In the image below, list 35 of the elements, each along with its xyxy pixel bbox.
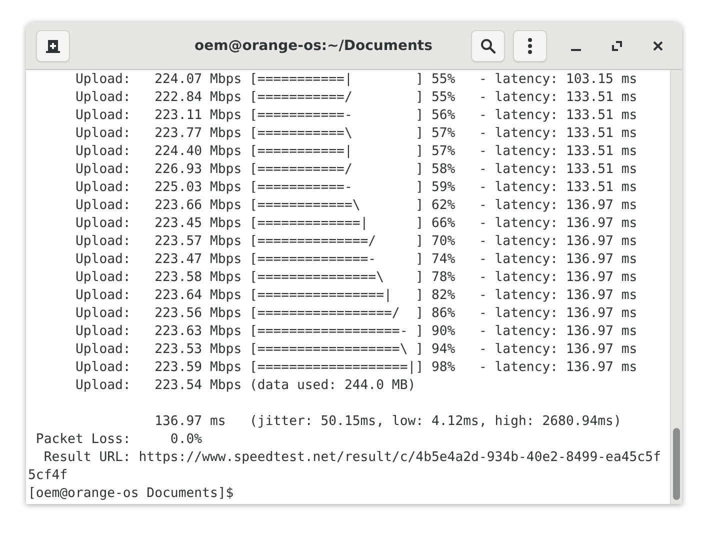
terminal-line: Upload: 223.57 Mbps [==============/ ] 70% - latency: 136.97 ms [74,234,638,249]
terminal-line: Upload: 224.40 Mbps [===========| ] 57% - latency: 133.51 ms [74,144,638,159]
new-tab-icon [45,38,61,52]
menu-button[interactable] [513,30,547,62]
terminal-line: Packet Loss: 0.0% [34,432,202,447]
scrollbar-thumb[interactable] [673,428,680,500]
window-title: oem@orange-os:~/Documents [194,38,434,54]
scrollbar[interactable] [670,70,682,504]
terminal-line: Upload: 223.11 Mbps [===========- ] 56% - latency: 133.51 ms [74,108,638,123]
terminal-line: 5cf4f [28,468,68,483]
terminal-line: Upload: 223.77 Mbps [===========\ ] 57% - latency: 133.51 ms [74,126,638,141]
menu-icon [528,38,532,54]
search-icon [480,38,496,54]
maximize-icon [612,40,622,50]
terminal-line: Upload: 224.07 Mbps [===========| ] 55% - latency: 103.15 ms [74,72,638,87]
terminal-line: Upload: 223.54 Mbps (data used: 244.0 MB) [74,378,416,393]
terminal-line: Upload: 223.45 Mbps [=============| ] 66% - latency: 136.97 ms [74,216,638,231]
terminal-line: Upload: 223.58 Mbps [===============\ ] 78% - latency: 136.97 ms [74,270,638,285]
terminal-line: 136.97 ms (jitter: 50.15ms, low: 4.12ms, high: 2680.94ms) [154,414,622,429]
terminal-line: Upload: 226.93 Mbps [===========/ ] 58% - latency: 133.51 ms [74,162,638,177]
terminal-line: Result URL: https://www.speedtest.net/result/c/4b5e4a2d-934b-40e2-8499-ea45c5f [42,450,661,465]
search-button[interactable] [471,30,505,62]
terminal-line: Upload: 223.64 Mbps [================| ] 82% - latency: 136.97 ms [74,288,638,303]
minimize-icon [571,48,581,50]
terminal-line: Upload: 225.03 Mbps [===========- ] 59% - latency: 133.51 ms [74,180,638,195]
new-tab-button[interactable] [36,30,70,62]
terminal-line: Upload: 223.56 Mbps [=================/ ] 86% - latency: 136.97 ms [74,306,638,321]
terminal-line: [oem@orange-os Documents]$ [28,486,234,501]
terminal-line: Upload: 223.53 Mbps [==================\ ] 94% - latency: 136.97 ms [74,342,638,357]
terminal-line: Upload: 223.66 Mbps [============\ ] 62% - latency: 136.97 ms [74,198,638,213]
terminal-line: Upload: 223.63 Mbps [==================- ] 90% - latency: 136.97 ms [74,324,638,339]
terminal-line: Upload: 223.59 Mbps [===================|] 98% - latency: 136.97 ms [74,360,638,375]
close-icon [653,40,663,50]
terminal-line: Upload: 223.47 Mbps [==============- ] 74% - latency: 136.97 ms [74,252,638,267]
terminal-line: Upload: 222.84 Mbps [===========/ ] 55% - latency: 133.51 ms [74,90,638,105]
